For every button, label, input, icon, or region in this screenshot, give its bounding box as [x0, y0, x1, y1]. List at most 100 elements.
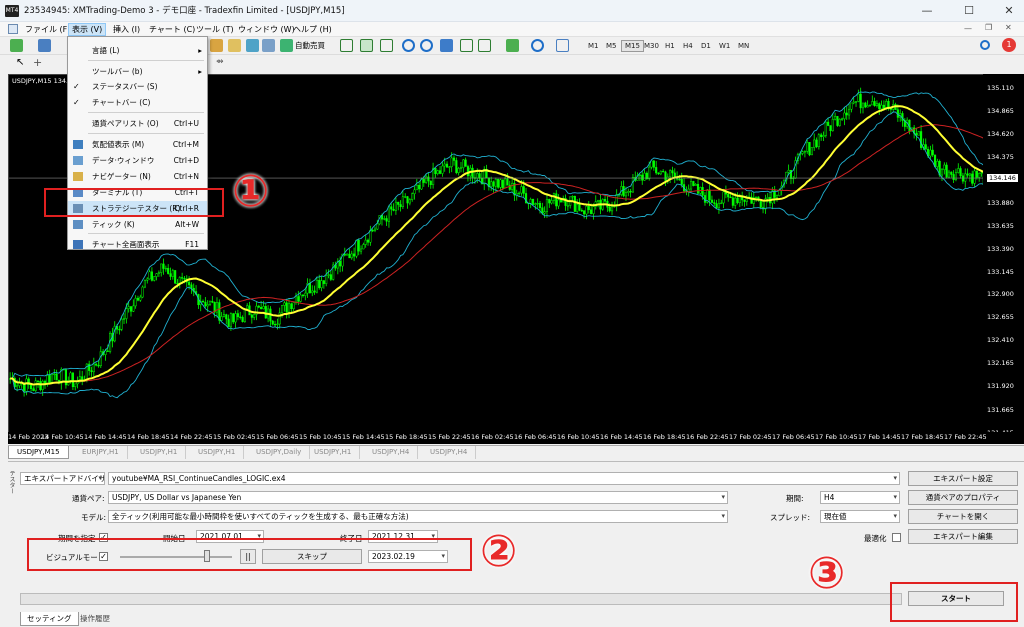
candle-body — [346, 253, 349, 256]
candle-body — [304, 292, 307, 296]
menu-tools[interactable]: ツール (T) — [193, 23, 237, 36]
candle-body — [822, 135, 825, 137]
candle-body — [320, 280, 323, 289]
tab-journal[interactable]: 操作履歴 — [74, 612, 116, 626]
fibo-tool-icon[interactable]: ⇴ — [216, 57, 224, 67]
auto-trading-icon[interactable] — [280, 39, 293, 52]
view-menu-item-11[interactable]: チャート全画面表示 F11 — [68, 237, 207, 252]
notification-badge[interactable]: 1 — [1002, 38, 1016, 52]
view-menu-item-3[interactable]: ✓ チャートバー (C) — [68, 95, 207, 110]
view-menu-item-7[interactable]: ナビゲーター (N) Ctrl+N — [68, 169, 207, 184]
chart-tab-2[interactable]: USDJPY,H1 — [132, 446, 187, 459]
view-menu-item-2[interactable]: ✓ ステータスバー (S) — [68, 79, 207, 94]
candle-body — [348, 253, 351, 259]
time-tick-label: 17 Feb 14:45 — [858, 433, 901, 441]
close-button[interactable]: ✕ — [994, 0, 1024, 22]
view-menu-item-4[interactable]: 通貨ペアリスト (O) Ctrl+U — [68, 116, 207, 131]
chart-tab-0[interactable]: USDJPY,M15 — [8, 446, 69, 459]
search-icon[interactable] — [980, 40, 990, 50]
candle-body — [759, 200, 762, 208]
spread-select[interactable]: 現在値 ▾ — [820, 510, 900, 523]
candle-body — [966, 173, 969, 176]
maximize-button[interactable]: ☐ — [954, 0, 984, 22]
templates-icon[interactable] — [556, 39, 569, 52]
tf-m30[interactable]: M30 — [641, 40, 662, 52]
chart-tab-4[interactable]: USDJPY,Daily — [248, 446, 311, 459]
zoom-in-icon[interactable] — [402, 39, 415, 52]
optimization-checkbox[interactable] — [892, 533, 901, 542]
new-chart-icon[interactable] — [10, 39, 23, 52]
mdi-minimize-icon[interactable]: — — [964, 24, 972, 33]
tf-m1[interactable]: M1 — [585, 40, 602, 52]
tf-m5[interactable]: M5 — [603, 40, 620, 52]
indicators-icon[interactable] — [506, 39, 519, 52]
view-menu-item-1[interactable]: ツールバー (b) ▸ — [68, 64, 207, 79]
mdi-restore-icon[interactable]: ❐ — [985, 23, 992, 32]
menu-help[interactable]: ヘルプ (H) — [290, 23, 335, 36]
chart-tab-7[interactable]: USDJPY,H4 — [422, 446, 477, 459]
auto-trading-button[interactable]: 自動売買 — [295, 40, 325, 51]
menu-chart[interactable]: チャート (C) — [146, 23, 198, 36]
price-tick-label: 134.375 — [987, 152, 1014, 161]
view-menu-item-0[interactable]: 言語 (L) ▸ — [68, 43, 207, 58]
tester-type-select[interactable]: エキスパートアドバイザ ▾ — [20, 472, 105, 485]
view-menu-item-shortcut: Ctrl+U — [173, 119, 199, 128]
tf-w1[interactable]: W1 — [716, 40, 733, 52]
candle-chart-icon[interactable] — [360, 39, 373, 52]
cursor-icon[interactable]: ↖ — [16, 57, 24, 68]
chart-tab-1[interactable]: EURJPY,H1 — [74, 446, 128, 459]
window-title: 23534945: XMTrading-Demo 3 - デモ口座 - Trad… — [24, 6, 345, 16]
tab-settings[interactable]: セッティング — [20, 612, 79, 626]
candle-body — [929, 149, 932, 157]
tf-mn[interactable]: MN — [735, 40, 752, 52]
chart-tab-3[interactable]: USDJPY,H1 — [190, 446, 245, 459]
menu-view[interactable]: 表示 (V) — [68, 23, 107, 36]
symbol-properties-button[interactable]: 通貨ペアのプロパティ — [908, 490, 1018, 505]
tf-d1[interactable]: D1 — [698, 40, 714, 52]
candle-body — [241, 317, 244, 322]
candle-body — [41, 380, 44, 390]
period-select[interactable]: H4 ▾ — [820, 491, 900, 504]
history-center-icon[interactable] — [210, 39, 223, 52]
menu-insert[interactable]: 挿入 (I) — [110, 23, 143, 36]
tf-h1[interactable]: H1 — [662, 40, 678, 52]
chart-tab-5[interactable]: USDJPY,H1 — [306, 446, 361, 459]
candle-body — [301, 294, 305, 297]
navigator-toolbar-icon[interactable] — [262, 39, 275, 52]
candle-body — [808, 142, 811, 156]
menu-file[interactable]: ファイル (F) — [22, 23, 73, 36]
candle-body — [708, 189, 711, 201]
auto-scroll-icon[interactable] — [478, 39, 491, 52]
symbol-select[interactable]: USDJPY, US Dollar vs Japanese Yen ▾ — [108, 491, 728, 504]
menu-window[interactable]: ウィンドウ (W) — [235, 23, 298, 36]
expert-file-select[interactable]: youtube¥MA_RSI_ContinueCandles_LOGIC.ex4… — [108, 472, 900, 485]
symbol-label: 通貨ペア: — [72, 494, 105, 503]
profiles-icon[interactable] — [38, 39, 51, 52]
mdi-close-icon[interactable]: ✕ — [1005, 23, 1012, 32]
options-icon[interactable] — [228, 39, 241, 52]
edit-expert-button[interactable]: エキスパート編集 — [908, 529, 1018, 544]
chart-shift-icon[interactable] — [460, 39, 473, 52]
open-chart-button[interactable]: チャートを開く — [908, 509, 1018, 524]
crosshair-icon[interactable]: + — [33, 56, 42, 69]
view-menu-item-6[interactable]: データ·ウィンドウ Ctrl+D — [68, 153, 207, 168]
view-menu-item-5[interactable]: 気配値表示 (M) Ctrl+M — [68, 137, 207, 152]
document-icon[interactable] — [8, 24, 18, 34]
tile-windows-icon[interactable] — [440, 39, 453, 52]
candle-body — [220, 316, 223, 321]
line-chart-icon[interactable] — [380, 39, 393, 52]
bar-chart-icon[interactable] — [340, 39, 353, 52]
chart-tab-6[interactable]: USDJPY,H4 — [364, 446, 419, 459]
minimize-button[interactable]: — — [912, 0, 942, 22]
view-menu-item-10[interactable]: ティック (K) Alt+W — [68, 217, 207, 232]
candle-body — [157, 272, 160, 274]
candle-body — [257, 305, 260, 308]
candle-body — [947, 171, 951, 178]
candle-body — [234, 313, 237, 323]
model-select[interactable]: 全ティック(利用可能な最小時間枠を使いすべてのティックを生成する、最も正確な方法… — [108, 510, 728, 523]
tf-h4[interactable]: H4 — [680, 40, 696, 52]
market-watch-toolbar-icon[interactable] — [246, 39, 259, 52]
zoom-out-icon[interactable] — [420, 39, 433, 52]
periods-icon[interactable] — [531, 39, 544, 52]
expert-settings-button[interactable]: エキスパート設定 — [908, 471, 1018, 486]
